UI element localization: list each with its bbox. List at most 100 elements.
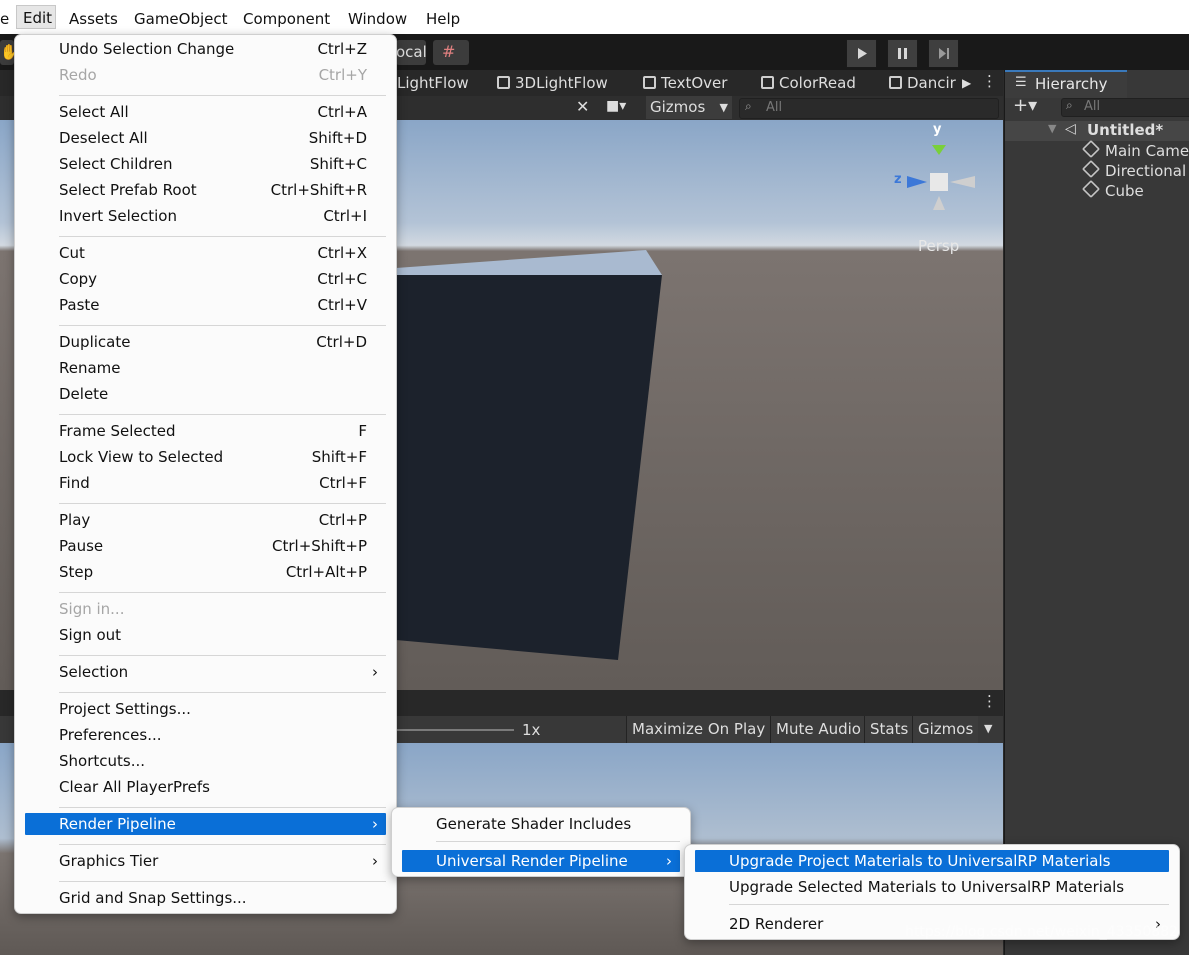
shortcut-label: Shift+F [311,448,367,466]
step-button[interactable] [928,39,959,68]
menu-item-label: Upgrade Selected Materials to UniversalR… [729,878,1125,896]
menu-item-universal-render-pipeline[interactable]: Universal Render Pipeline › [402,850,680,872]
menu-separator [729,904,1169,905]
menu-item-find[interactable]: Find Ctrl+F [25,472,386,494]
menu-item-preferences[interactable]: Preferences... [25,724,386,746]
chevron-down-icon[interactable]: ▼ [984,722,992,735]
menu-item-rename[interactable]: Rename [25,357,386,379]
menu-item-select-children[interactable]: Select Children Shift+C [25,153,386,175]
menu-window[interactable]: Window [348,9,407,29]
play-button[interactable] [846,39,877,68]
menu-item-lock-view-to-selected[interactable]: Lock View to Selected Shift+F [25,446,386,468]
pause-button[interactable] [887,39,918,68]
menu-item-undo-selection-change[interactable]: Undo Selection Change Ctrl+Z [25,38,386,60]
menu-item-label: Deselect All [59,129,148,147]
menu-item-paste[interactable]: Paste Ctrl+V [25,294,386,316]
camera-icon[interactable]: ■▾ [606,98,626,114]
more-options-icon[interactable]: ⋮ [982,72,997,90]
menu-item-sign-out[interactable]: Sign out [25,624,386,646]
more-options-icon[interactable]: ⋮ [982,692,997,710]
menu-item-delete[interactable]: Delete [25,383,386,405]
view-mode-label[interactable]: Persp [918,237,959,255]
menu-item-label: Frame Selected [59,422,176,440]
menu-item-select-prefab-root[interactable]: Select Prefab Root Ctrl+Shift+R [25,179,386,201]
scene-search-input[interactable]: ⌕ All [739,98,999,119]
menu-item-label: Render Pipeline [59,815,176,833]
shortcut-label: Ctrl+I [323,207,367,225]
menu-item-select-all[interactable]: Select All Ctrl+A [25,101,386,123]
menu-help[interactable]: Help [426,9,460,29]
menu-gameobject[interactable]: GameObject [134,9,228,29]
tab-scroll-right-icon[interactable]: ▶ [962,76,971,90]
menu-item-graphics-tier[interactable]: Graphics Tier › [25,850,386,872]
tab-lightflow[interactable]: LightFlow [397,74,469,92]
menu-item-play[interactable]: Play Ctrl+P [25,509,386,531]
shortcut-label: Ctrl+V [317,296,367,314]
menu-item-step[interactable]: Step Ctrl+Alt+P [25,561,386,583]
tab-textover[interactable]: TextOver [643,74,727,92]
menu-item-copy[interactable]: Copy Ctrl+C [25,268,386,290]
list-item[interactable]: Directional L [1081,159,1189,180]
grid-snap-button[interactable]: # [433,40,469,65]
pivot-local-toggle[interactable]: ocal [396,40,427,65]
menu-file-partial[interactable]: e [0,9,9,29]
game-icon [889,76,902,89]
maximize-on-play-button[interactable]: Maximize On Play [626,716,771,743]
tab-3dlightflow[interactable]: 3DLightFlow [497,74,608,92]
scene-row[interactable]: ▼ ◁ Untitled* [1005,121,1189,141]
chevron-down-icon[interactable]: ▼ [1048,122,1056,135]
menu-assets[interactable]: Assets [69,9,118,29]
add-icon[interactable]: +▾ [1013,95,1037,116]
menu-item-label: Pause [59,537,104,555]
list-item[interactable]: Cube [1081,179,1144,200]
menu-item-duplicate[interactable]: Duplicate Ctrl+D [25,331,386,353]
gizmos-dropdown[interactable]: Gizmos ▼ [646,96,732,119]
menu-item-selection[interactable]: Selection › [25,661,386,683]
menu-item-grid-and-snap-settings[interactable]: Grid and Snap Settings... [25,887,386,909]
stats-button[interactable]: Stats [864,716,914,743]
menu-separator [59,844,386,845]
menu-item-label: Graphics Tier [59,852,159,870]
menu-item-label: Select Prefab Root [59,181,197,199]
hierarchy-search-input[interactable]: ⌕ All [1061,98,1189,117]
menu-item-upgrade-selected-materials-to-universalrp-materials[interactable]: Upgrade Selected Materials to UniversalR… [695,876,1169,898]
tab-colorread[interactable]: ColorRead [761,74,856,92]
shortcut-label: Ctrl+Shift+P [272,537,367,555]
menu-item-cut[interactable]: Cut Ctrl+X [25,242,386,264]
menu-item-shortcuts[interactable]: Shortcuts... [25,750,386,772]
menu-separator [59,592,386,593]
mute-audio-button[interactable]: Mute Audio [770,716,866,743]
scale-label: 1x [522,721,541,739]
menu-item-project-settings[interactable]: Project Settings... [25,698,386,720]
search-placeholder: All [1084,99,1101,114]
menu-item-generate-shader-includes[interactable]: Generate Shader Includes [402,813,680,835]
menu-item-pause[interactable]: Pause Ctrl+Shift+P [25,535,386,557]
gameobject-icon [1081,179,1101,199]
menu-item-clear-all-playerprefs[interactable]: Clear All PlayerPrefs [25,776,386,798]
menu-item-invert-selection[interactable]: Invert Selection Ctrl+I [25,205,386,227]
search-placeholder: All [766,100,783,115]
scene-gizmo-icon[interactable] [890,130,990,230]
menu-item-frame-selected[interactable]: Frame Selected F [25,420,386,442]
menu-item-render-pipeline[interactable]: Render Pipeline › [25,813,386,835]
shortcut-label: Ctrl+D [316,333,367,351]
menu-bar: e Edit Assets GameObject Component Windo… [0,0,1189,35]
search-icon: ⌕ [745,99,752,113]
list-item[interactable]: Main Camer [1081,139,1189,160]
tools-icon[interactable]: ✕ [576,97,589,116]
menu-component[interactable]: Component [243,9,330,29]
tab-dancing[interactable]: Dancir [889,74,959,92]
game-gizmos-button[interactable]: Gizmos [912,716,979,743]
menu-item-upgrade-project-materials-to-universalrp-materials[interactable]: Upgrade Project Materials to UniversalRP… [695,850,1169,872]
shortcut-label: Ctrl+X [317,244,367,262]
hand-tool-button[interactable]: ✋ [0,40,19,65]
scale-slider[interactable] [396,729,514,731]
scene-name: Untitled* [1087,121,1164,139]
menu-item-label: Select All [59,103,129,121]
hierarchy-tab[interactable]: ☰ Hierarchy [1005,70,1127,98]
menu-edit[interactable]: Edit [16,5,56,29]
shortcut-label: Ctrl+F [319,474,367,492]
menu-separator [59,655,386,656]
menu-item-deselect-all[interactable]: Deselect All Shift+D [25,127,386,149]
menu-item-label: Project Settings... [59,700,191,718]
